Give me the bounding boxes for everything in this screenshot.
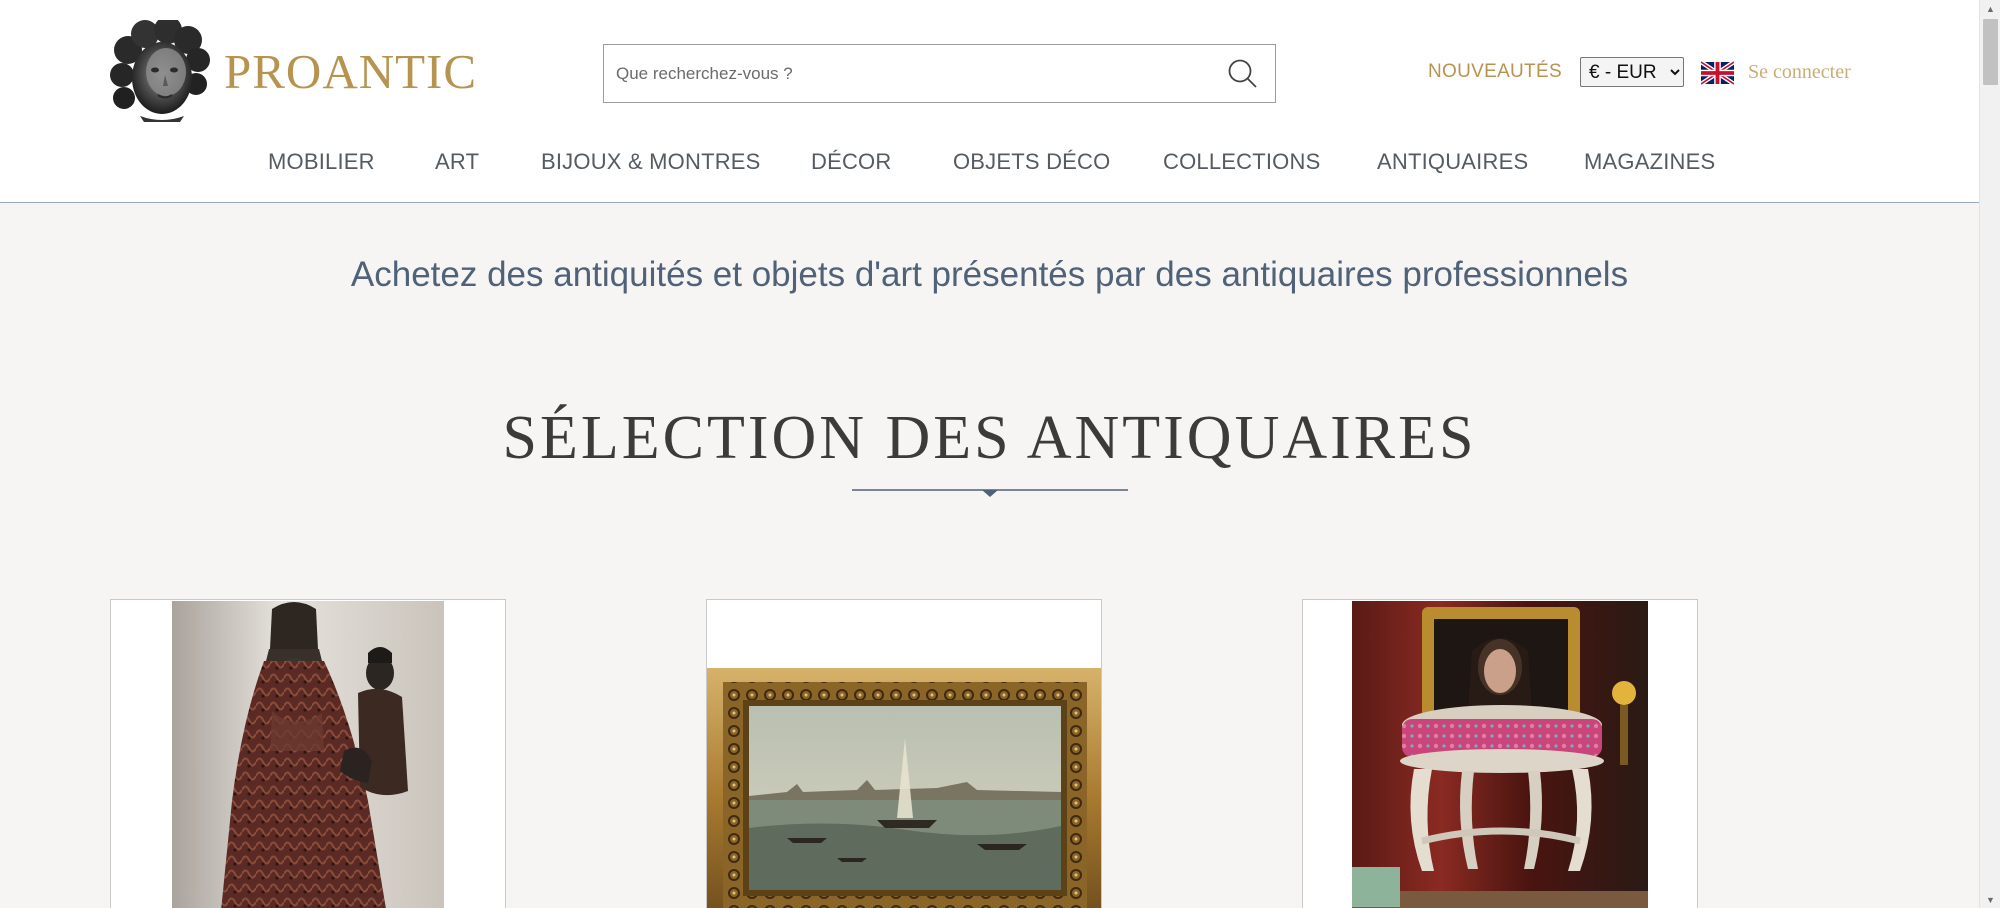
scroll-down-arrow-icon[interactable]: ▼ [1980,891,2000,908]
nav-item-art[interactable]: ART [435,149,479,175]
venice-painting-image [707,668,1101,908]
main-nav: MOBILIER ART BIJOUX & MONTRES DÉCOR OBJE… [0,149,1979,179]
page-tagline: Achetez des antiquités et objets d'art p… [350,255,1629,294]
search-icon [1228,59,1257,88]
site-header: PROANTIC NOUVEAUTÉS € - EUR Se connecter… [0,0,1979,203]
currency-select[interactable]: € - EUR [1580,57,1684,87]
nav-item-decor[interactable]: DÉCOR [811,149,891,175]
vertical-scrollbar[interactable]: ▲ ▼ [1979,0,2000,908]
product-card[interactable] [706,599,1102,908]
product-card[interactable] [110,599,506,908]
login-link[interactable]: Se connecter [1748,61,1851,84]
title-underline-divider [852,489,1128,497]
nav-item-antiquaires[interactable]: ANTIQUAIRES [1377,149,1528,175]
section-title: SÉLECTION DES ANTIQUAIRES [502,404,1477,472]
nav-item-mobilier[interactable]: MOBILIER [268,149,375,175]
scroll-up-arrow-icon[interactable]: ▲ [1980,0,2000,17]
logo-text: PROANTIC [224,43,478,99]
nav-item-collections[interactable]: COLLECTIONS [1163,149,1320,175]
search-input[interactable] [604,45,1211,102]
putto-head-icon [110,20,210,122]
uk-flag-icon[interactable] [1701,61,1734,85]
nav-item-bijoux-montres[interactable]: BIJOUX & MONTRES [541,149,761,175]
search-button[interactable] [1211,45,1275,102]
product-card[interactable] [1302,599,1698,908]
nav-item-magazines[interactable]: MAGAZINES [1584,149,1715,175]
new-arrivals-link[interactable]: NOUVEAUTÉS [1428,61,1562,83]
scrollbar-thumb[interactable] [1983,19,1998,85]
nav-item-objets-deco[interactable]: OBJETS DÉCO [953,149,1110,175]
search-bar [603,44,1276,103]
stool-portrait-image [1352,601,1648,908]
logo-link[interactable]: PROANTIC [110,20,477,122]
madonna-statue-image [172,601,444,908]
